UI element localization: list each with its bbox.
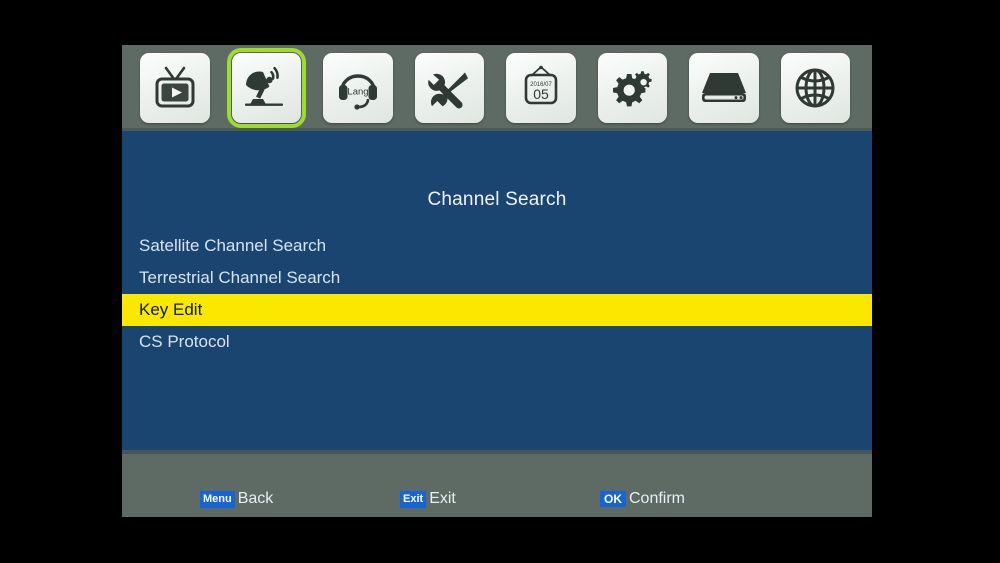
- menu-item-key-edit[interactable]: Key Edit: [122, 294, 872, 326]
- hint-confirm[interactable]: OK Confirm: [600, 490, 685, 508]
- content-panel: Channel Search Satellite Channel Search …: [122, 131, 872, 450]
- key-badge-exit: Exit: [400, 490, 427, 508]
- bottom-hint-bar: Menu Back Exit Exit OK Confirm: [122, 450, 872, 517]
- gears-icon: [606, 62, 658, 114]
- hint-back[interactable]: Menu Back: [200, 490, 273, 508]
- hint-label-exit: Exit: [429, 490, 456, 507]
- page-title: Channel Search: [427, 189, 567, 210]
- key-badge-ok: OK: [600, 491, 626, 507]
- menu-list: Satellite Channel Search Terrestrial Cha…: [122, 230, 872, 358]
- hint-label-confirm: Confirm: [629, 490, 686, 507]
- menu-icon-network[interactable]: [780, 53, 850, 123]
- hint-exit[interactable]: Exit Exit: [400, 490, 456, 508]
- lang-text: Lang: [347, 87, 368, 98]
- menu-item-cs-protocol[interactable]: CS Protocol: [122, 326, 872, 358]
- calendar-day: 05: [533, 86, 549, 102]
- globe-icon: [789, 62, 841, 114]
- hint-label-back: Back: [237, 490, 274, 507]
- menu-icon-language[interactable]: Lang: [323, 53, 393, 123]
- menu-item-terrestrial-channel-search[interactable]: Terrestrial Channel Search: [122, 262, 872, 294]
- hdd-icon: [698, 62, 750, 114]
- menu-icon-tv[interactable]: [140, 53, 210, 123]
- tools-icon: [423, 62, 475, 114]
- satellite-dish-icon: [240, 62, 292, 114]
- key-badge-menu: Menu: [200, 490, 235, 508]
- headset-lang-icon: Lang: [332, 62, 384, 114]
- menu-item-satellite-channel-search[interactable]: Satellite Channel Search: [122, 230, 872, 262]
- main-menu-icon-bar: Lang 2016/07 05: [122, 45, 872, 131]
- calendar-icon: 2016/07 05: [515, 62, 567, 114]
- tv-icon: [149, 62, 201, 114]
- menu-icon-settings[interactable]: [597, 53, 667, 123]
- tv-screen: Lang 2016/07 05 Channel Search Satellite…: [0, 0, 1000, 563]
- menu-icon-satellite-search[interactable]: [226, 48, 306, 128]
- menu-icon-time[interactable]: 2016/07 05: [506, 53, 576, 123]
- osd-window: Lang 2016/07 05 Channel Search Satellite…: [122, 45, 872, 517]
- menu-icon-system-setup[interactable]: [414, 53, 484, 123]
- menu-icon-media[interactable]: [689, 53, 759, 123]
